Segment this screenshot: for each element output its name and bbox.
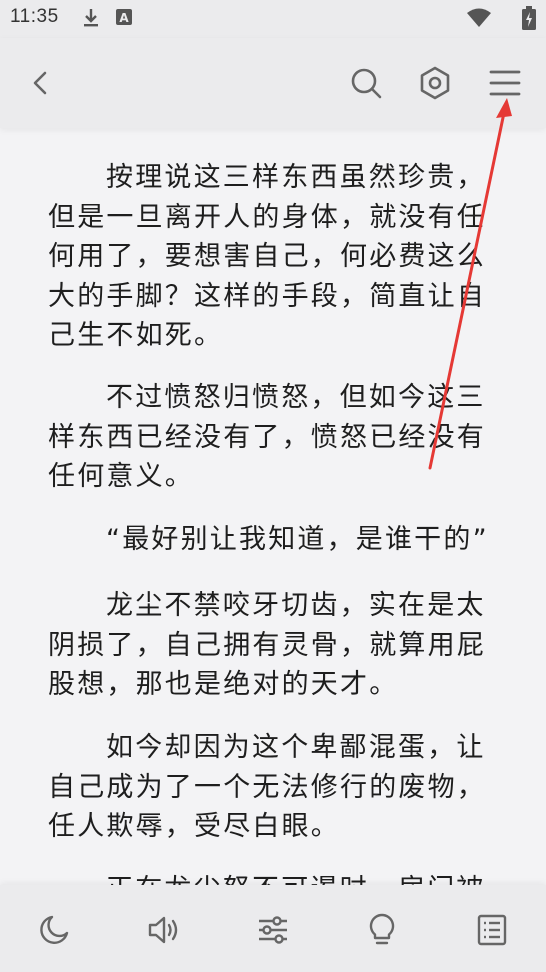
read-aloud-button[interactable]: [141, 907, 187, 953]
search-button[interactable]: [343, 60, 389, 106]
display-settings-button[interactable]: [250, 907, 296, 953]
table-of-contents-button[interactable]: [469, 907, 515, 953]
lightbulb-icon: [369, 913, 395, 945]
table-of-contents-icon: [477, 914, 507, 946]
menu-icon: [489, 70, 521, 96]
download-icon: [82, 8, 100, 32]
status-bar: 11:35 A: [0, 0, 546, 38]
settings-hexagon-icon: [420, 66, 450, 100]
wifi-icon: [466, 7, 492, 33]
sliders-adjust-icon: [259, 916, 287, 944]
menu-button[interactable]: [482, 60, 528, 106]
paragraph-1: 按理说这三样东西虽然珍贵，但是一旦离开人的身体，就没有任何用了，要想害自己，何必…: [48, 162, 486, 351]
search-icon: [351, 68, 382, 99]
back-button[interactable]: [18, 60, 64, 106]
battery-charging-icon: [522, 6, 536, 34]
speaker-volume-icon: [148, 916, 178, 944]
settings-button[interactable]: [412, 60, 458, 106]
paragraph-4: 龙尘不禁咬牙切齿，实在是太阴损了，自己拥有灵骨，就算用屁股想，那也是绝对的天才。: [48, 590, 486, 700]
reader-bottom-bar: [0, 885, 546, 972]
night-mode-button[interactable]: [31, 907, 77, 953]
paragraph-3: “最好别让我知道，是谁干的”: [106, 524, 489, 555]
reading-content: 按理说这三样东西虽然珍贵，但是一旦离开人的身体，就没有任何用了，要想害自己，何必…: [0, 128, 546, 888]
back-arrow-icon: [33, 71, 47, 95]
paragraph-2: 不过愤怒归愤怒，但如今这三样东西已经没有了，愤怒已经没有任何意义。: [48, 382, 486, 492]
brightness-button[interactable]: [359, 907, 405, 953]
night-mode-moon-icon: [40, 915, 69, 944]
status-time: 11:35: [10, 6, 59, 27]
reader-top-bar: [0, 38, 546, 128]
svg-text:A: A: [119, 11, 129, 25]
a-notification-icon: A: [116, 8, 132, 30]
paragraph-5: 如今却因为这个卑鄙混蛋，让自己成为了一个无法修行的废物，任人欺辱，受尽白眼。: [48, 732, 486, 842]
